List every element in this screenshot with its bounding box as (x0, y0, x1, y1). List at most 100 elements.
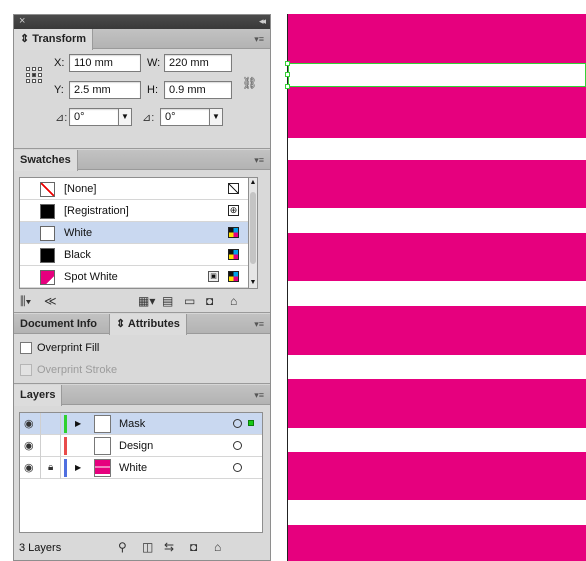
swatch-name: White (64, 227, 93, 239)
selection-handle[interactable] (285, 84, 290, 89)
trash-icon[interactable]: ⌂ (230, 294, 237, 308)
new-swatch-icon[interactable]: ◘ (206, 294, 213, 308)
transform-panel: ⇕ Transform ▾≡ X: 110 mm W: 220 mm Y: 2.… (14, 29, 270, 149)
selection-indicator-icon[interactable] (248, 420, 254, 426)
eye-icon[interactable]: ◉ (24, 439, 34, 453)
registration-swatch-icon (40, 204, 55, 219)
transform-tabbar: ⇕ Transform ▾≡ (14, 29, 270, 50)
magenta-stripe (288, 87, 586, 138)
width-field[interactable]: 220 mm (164, 54, 232, 72)
selection-handle[interactable] (285, 72, 290, 77)
tab-swatches[interactable]: Swatches (14, 150, 78, 171)
document-canvas[interactable] (285, 14, 586, 561)
swatch-views-icon[interactable]: ⫼▾ (20, 294, 31, 309)
scroll-up-icon[interactable]: ▲ (249, 178, 257, 188)
panel-menu-icon[interactable]: ▾≡ (254, 318, 264, 330)
panel-menu-icon[interactable]: ▾≡ (254, 154, 264, 166)
no-edit-icon (228, 183, 239, 194)
overprint-stroke-label: Overprint Stroke (37, 364, 118, 376)
swatch-name: [Registration] (64, 205, 129, 217)
height-field[interactable]: 0.9 mm (164, 81, 232, 99)
swatch-row-black[interactable]: Black (20, 244, 249, 266)
swatch-scrollbar[interactable]: ▲ ▼ (248, 177, 258, 289)
expand-triangle-icon[interactable]: ▶ (75, 418, 81, 430)
close-icon[interactable]: × (19, 15, 25, 28)
target-icon[interactable] (233, 463, 242, 472)
shear-dropdown[interactable]: ▼ (209, 108, 223, 126)
new-color-group-icon[interactable]: ▤ (162, 294, 173, 308)
rotate-field[interactable]: 0° (69, 108, 119, 126)
layer-name: Mask (119, 418, 146, 430)
overprint-fill-checkbox[interactable] (20, 342, 32, 354)
swatch-name: Spot White (64, 271, 118, 283)
move-to-layer-icon[interactable]: ⇆ (164, 540, 174, 554)
tab-transform-label: Transform (32, 33, 87, 45)
target-icon[interactable] (233, 441, 242, 450)
scroll-thumb[interactable] (250, 192, 256, 264)
layer-color-bar (64, 459, 67, 477)
show-kinds-icon[interactable]: ≪ (44, 294, 57, 308)
find-item-icon[interactable]: ⚲ (118, 540, 127, 554)
collapse-icon[interactable]: ◂◂ (259, 15, 266, 28)
selection-handle[interactable] (285, 61, 290, 66)
panel-dock: × ◂◂ ⇕ Transform ▾≡ X: 110 mm W: 220 mm … (13, 14, 271, 561)
cmyk-icon (228, 249, 239, 260)
layer-thumbnail (94, 459, 111, 477)
magenta-stripe (288, 379, 586, 428)
panel-menu-icon[interactable]: ▾≡ (254, 33, 264, 45)
rotate-icon: ⊿: (55, 112, 68, 124)
magenta-stripe (288, 233, 586, 281)
y-label: Y: (54, 84, 64, 96)
expand-triangle-icon[interactable]: ▶ (75, 462, 81, 474)
h-label: H: (147, 84, 158, 96)
swatch-toolbar: ⫼▾ ≪ ▦▾ ▤ ▭ ◘ ⌂ (14, 292, 270, 312)
swatches-panel: Swatches ▾≡ [None] [Registration] ⊕ Whit… (14, 150, 270, 313)
new-layer-icon[interactable]: ◘ (190, 540, 197, 554)
layer-color-bar (64, 437, 67, 455)
layer-name: White (119, 462, 148, 474)
swatch-row-spot-white[interactable]: Spot White ▣ (20, 266, 249, 288)
layer-count: 3 Layers (19, 542, 62, 554)
x-field[interactable]: 110 mm (69, 54, 141, 72)
panel-title-bar: × ◂◂ (14, 15, 270, 29)
swatch-name: [None] (64, 183, 97, 195)
layer-row-white[interactable]: ◉ 🔒︎ ▶ White (20, 457, 262, 479)
shear-field[interactable]: 0° (160, 108, 210, 126)
target-icon[interactable] (233, 419, 242, 428)
swatch-row-registration[interactable]: [Registration] ⊕ (20, 200, 249, 222)
spot-white-swatch-icon (40, 270, 55, 285)
create-sublayer-icon[interactable]: ◫ (142, 540, 153, 554)
panel-menu-icon[interactable]: ▾≡ (254, 389, 264, 401)
layer-name: Design (119, 440, 154, 452)
white-swatch-icon (40, 226, 55, 241)
attributes-panel: Document Info ⇕ Attributes ▾≡ Overprint … (14, 314, 270, 384)
eye-icon[interactable]: ◉ (24, 461, 34, 475)
cmyk-icon (228, 271, 239, 282)
tab-attributes[interactable]: ⇕ Attributes (109, 314, 187, 335)
trash-icon[interactable]: ⌂ (214, 540, 221, 554)
lock-icon[interactable]: 🔒︎ (48, 461, 53, 475)
scroll-down-icon[interactable]: ▼ (249, 278, 257, 288)
lock-column (41, 435, 61, 457)
rotate-dropdown[interactable]: ▼ (118, 108, 132, 126)
overprint-fill-label: Overprint Fill (37, 342, 100, 354)
eye-icon[interactable]: ◉ (24, 417, 34, 431)
swatch-row-none[interactable]: [None] (20, 178, 249, 200)
y-field[interactable]: 2.5 mm (69, 81, 141, 99)
constrain-proportions-icon[interactable]: ⛓ (242, 76, 257, 90)
attributes-tabbar: Document Info ⇕ Attributes ▾≡ (14, 314, 270, 335)
swatch-grid-icon[interactable]: ▦▾ (138, 294, 155, 308)
folder-icon[interactable]: ▭ (184, 294, 195, 308)
reference-point-icon[interactable] (26, 67, 42, 83)
layer-row-mask[interactable]: ◉ ▶ Mask (20, 413, 262, 435)
cmyk-icon (228, 227, 239, 238)
layer-row-design[interactable]: ◉ Design (20, 435, 262, 457)
tab-transform[interactable]: ⇕ Transform (14, 29, 94, 50)
swatch-row-white[interactable]: White (20, 222, 249, 244)
tab-document-info[interactable]: Document Info (14, 314, 103, 334)
magenta-stripe (288, 525, 586, 561)
magenta-stripe (288, 306, 586, 355)
layer-color-bar (64, 415, 67, 433)
selected-mask-frame[interactable] (288, 63, 586, 87)
tab-layers[interactable]: Layers (14, 385, 63, 406)
